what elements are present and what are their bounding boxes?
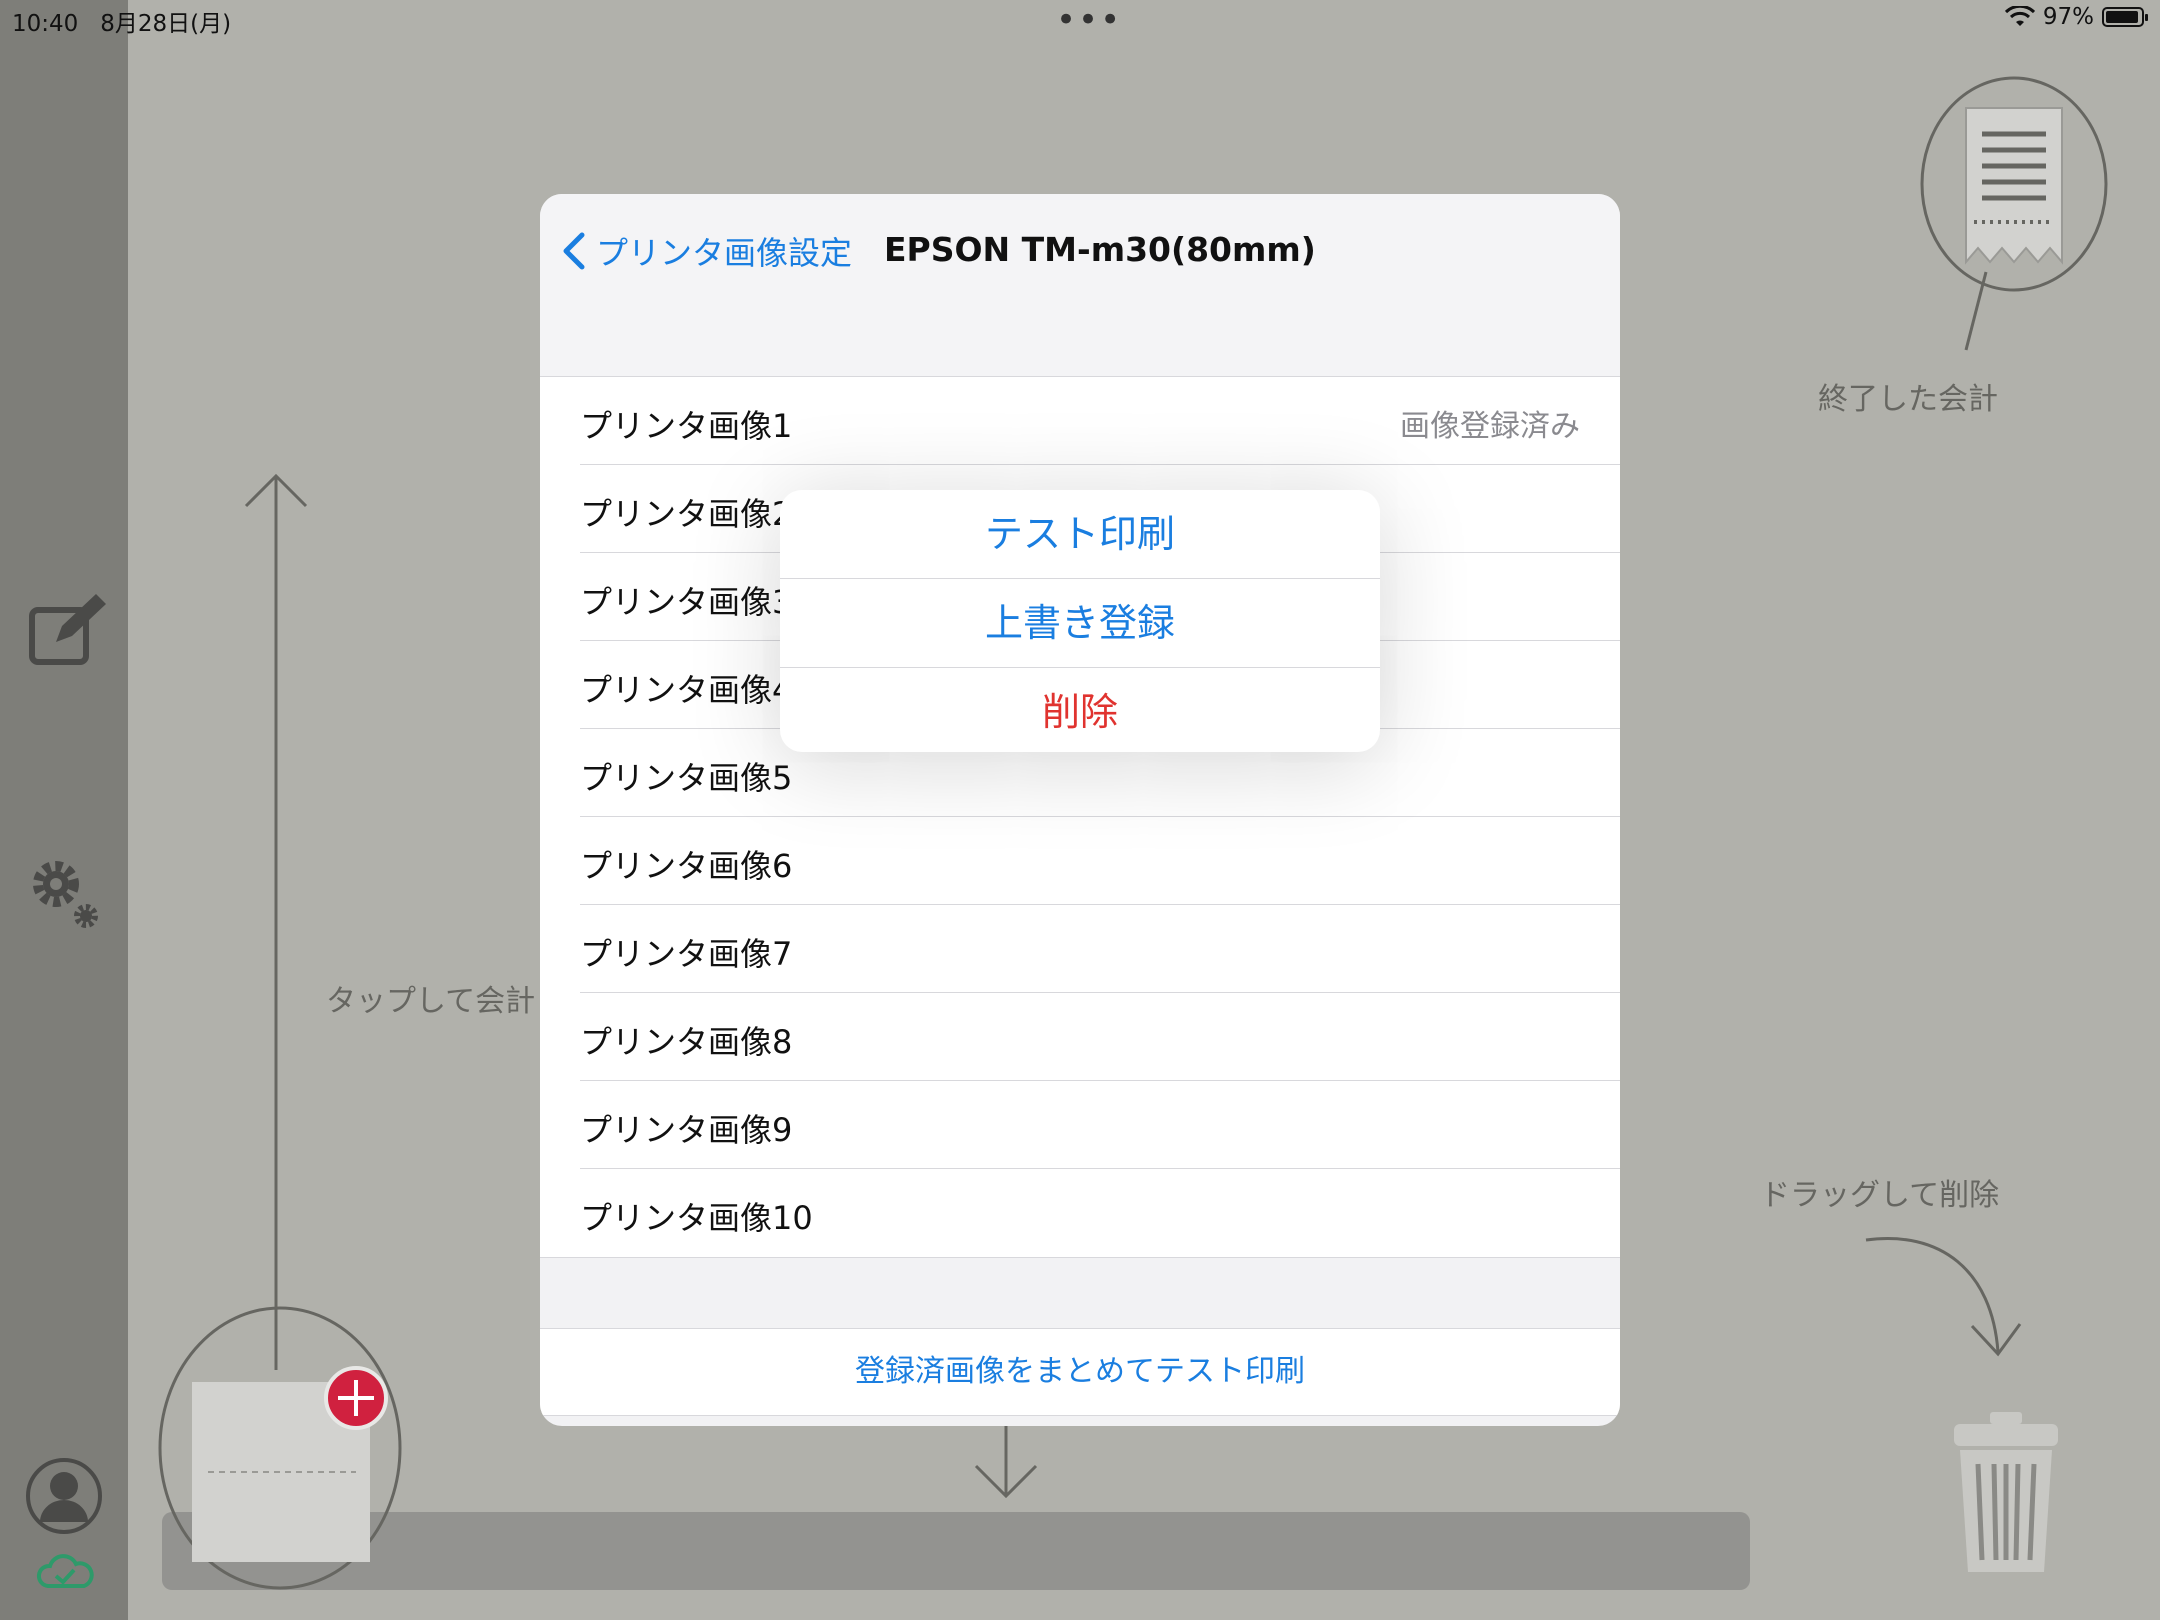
cloud-sync-icon — [37, 1554, 94, 1588]
receipt-icon[interactable] — [1918, 72, 2110, 352]
list-item[interactable]: プリンタ画像1 画像登録済み — [540, 377, 1620, 465]
back-button-label: プリンタ画像設定 — [596, 234, 853, 272]
row-label: プリンタ画像10 — [580, 1199, 813, 1237]
popover-arrow — [1062, 465, 1114, 491]
trash-icon[interactable] — [1950, 1408, 2062, 1578]
compose-icon[interactable] — [26, 592, 110, 672]
list-item[interactable]: プリンタ画像8 — [540, 993, 1620, 1081]
test-print-button[interactable]: テスト印刷 — [780, 490, 1380, 579]
row-label: プリンタ画像9 — [580, 1111, 793, 1149]
overwrite-register-button[interactable]: 上書き登録 — [780, 579, 1380, 668]
list-item[interactable]: プリンタ画像10 — [540, 1169, 1620, 1257]
printer-image-settings-modal: プリンタ画像設定 EPSON TM-m30(80mm) プリンタ画像1 画像登録済… — [540, 194, 1620, 1426]
avatar[interactable] — [24, 1456, 104, 1536]
row-label: プリンタ画像4 — [580, 671, 793, 709]
status-right: 97% — [2004, 4, 2148, 30]
multitask-dots[interactable]: ••• — [1056, 0, 1122, 40]
action-popover: テスト印刷 上書き登録 削除 — [780, 490, 1380, 752]
tap-hint-label: タップして会計 — [326, 984, 536, 1019]
status-bar: 10:40 8月28日(月) ••• 97% — [0, 0, 2160, 42]
status-clock: 10:40 — [12, 11, 79, 37]
list-item[interactable]: プリンタ画像6 — [540, 817, 1620, 905]
finished-label: 終了した会計 — [1818, 382, 1998, 417]
row-label: プリンタ画像3 — [580, 583, 793, 621]
status-date: 8月28日(月) — [100, 11, 232, 37]
settings-gear-icon[interactable] — [28, 856, 102, 930]
batch-test-print-button[interactable]: 登録済画像をまとめてテスト印刷 — [540, 1328, 1620, 1416]
drag-hint-label: ドラッグして削除 — [1760, 1178, 2000, 1213]
new-receipt-icon[interactable] — [158, 1302, 408, 1592]
up-arrow-icon — [244, 473, 308, 1370]
row-label: プリンタ画像5 — [580, 759, 793, 797]
modal-title: EPSON TM-m30(80mm) — [884, 230, 1316, 269]
battery-percent: 97% — [2042, 4, 2094, 30]
row-detail: 画像登録済み — [1400, 409, 1580, 444]
row-label: プリンタ画像8 — [580, 1023, 793, 1061]
row-label: プリンタ画像6 — [580, 847, 793, 885]
down-arrow-icon — [974, 1426, 1038, 1498]
curved-arrow-icon — [1865, 1237, 2022, 1357]
row-label: プリンタ画像2 — [580, 495, 793, 533]
back-button[interactable]: プリンタ画像設定 — [562, 228, 852, 274]
sidebar — [0, 0, 128, 1620]
list-item[interactable]: プリンタ画像7 — [540, 905, 1620, 993]
delete-button[interactable]: 削除 — [780, 668, 1380, 756]
row-label: プリンタ画像1 — [580, 407, 793, 445]
status-time: 10:40 8月28日(月) — [12, 4, 231, 38]
row-label: プリンタ画像7 — [580, 935, 793, 973]
modal-header: プリンタ画像設定 EPSON TM-m30(80mm) — [540, 194, 1620, 376]
chevron-left-icon — [563, 232, 585, 270]
battery-icon — [2102, 7, 2148, 27]
wifi-icon — [2004, 6, 2035, 26]
list-item[interactable]: プリンタ画像9 — [540, 1081, 1620, 1169]
